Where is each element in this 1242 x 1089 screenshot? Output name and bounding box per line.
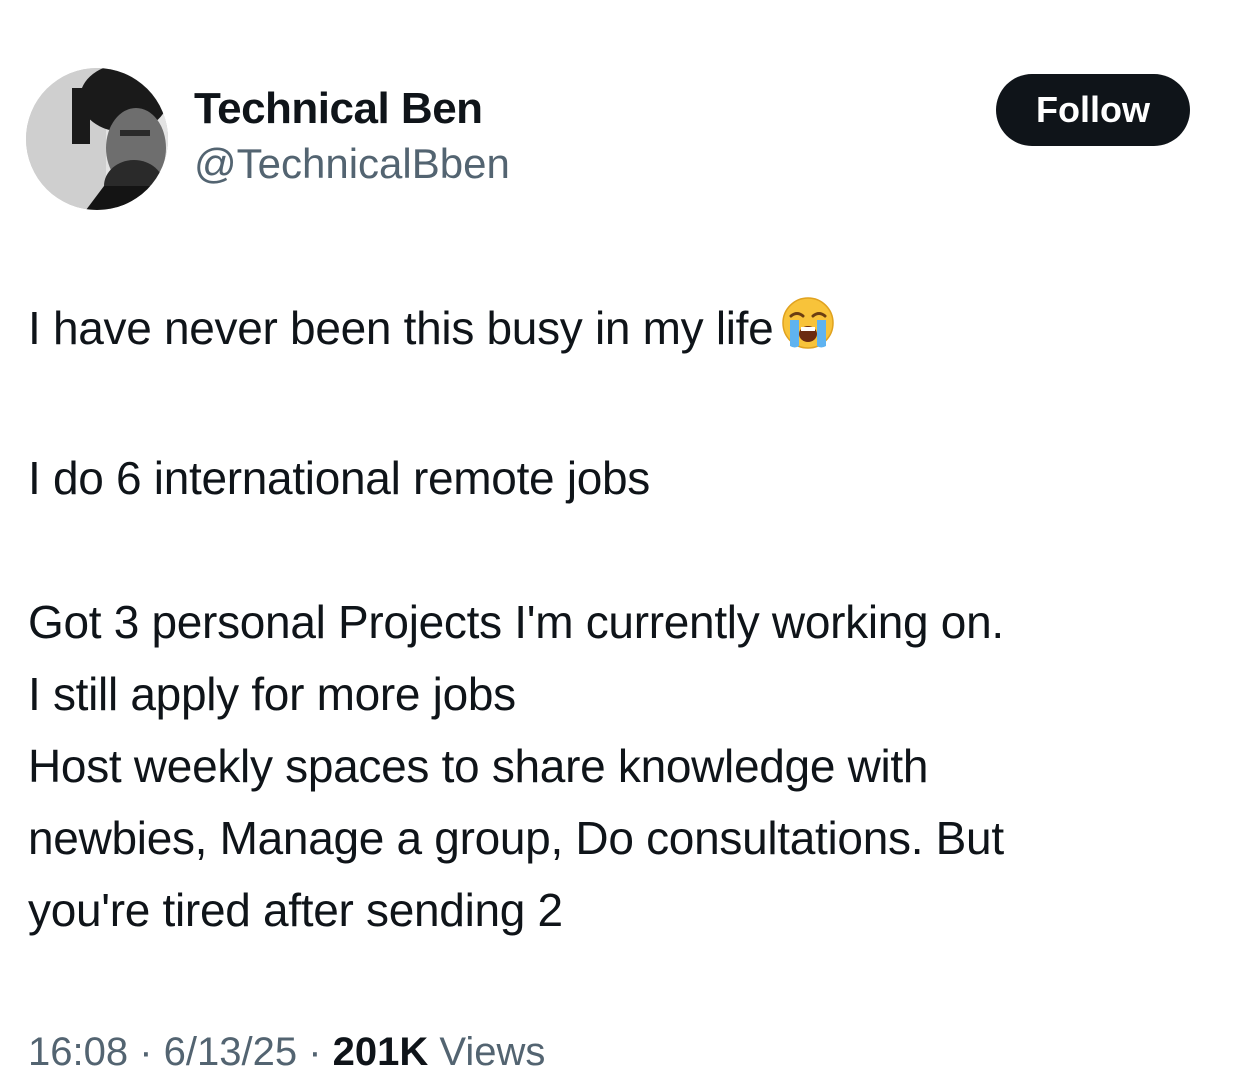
- avatar-image: [26, 68, 168, 210]
- tweet-time[interactable]: 16:08: [28, 1030, 128, 1074]
- tweet-line: you're tired after sending 2: [28, 884, 563, 936]
- display-name[interactable]: Technical Ben: [194, 82, 510, 136]
- meta-separator: ·: [297, 1030, 333, 1074]
- name-block: Technical Ben @TechnicalBben: [194, 82, 510, 192]
- tweet-line-text: I have never been this busy in my life: [28, 302, 774, 354]
- loudly-crying-face-icon: [781, 296, 835, 370]
- follow-button[interactable]: Follow: [996, 74, 1190, 146]
- tweet-line: Host weekly spaces to share knowledge wi…: [28, 740, 929, 792]
- meta-separator: ·: [128, 1030, 164, 1074]
- views-label: Views: [428, 1030, 546, 1074]
- tweet-line: I still apply for more jobs: [28, 668, 516, 720]
- tweet-text: I have never been this busy in my life I…: [28, 292, 1218, 946]
- tweet-header: Technical Ben @TechnicalBben Follow: [26, 68, 1194, 214]
- tweet-meta: 16:08 · 6/13/25 · 201K Views: [28, 1024, 545, 1080]
- tweet-line: Got 3 personal Projects I'm currently wo…: [28, 596, 1004, 648]
- views-count[interactable]: 201K: [333, 1030, 429, 1074]
- user-handle[interactable]: @TechnicalBben: [194, 136, 510, 192]
- tweet-line: I have never been this busy in my life: [28, 292, 1218, 370]
- tweet-line: newbies, Manage a group, Do consultation…: [28, 812, 1004, 864]
- tweet-line: I do 6 international remote jobs: [28, 452, 651, 504]
- avatar[interactable]: [26, 68, 168, 210]
- tweet: Technical Ben @TechnicalBben Follow I ha…: [0, 0, 1242, 1089]
- tweet-date[interactable]: 6/13/25: [164, 1030, 297, 1074]
